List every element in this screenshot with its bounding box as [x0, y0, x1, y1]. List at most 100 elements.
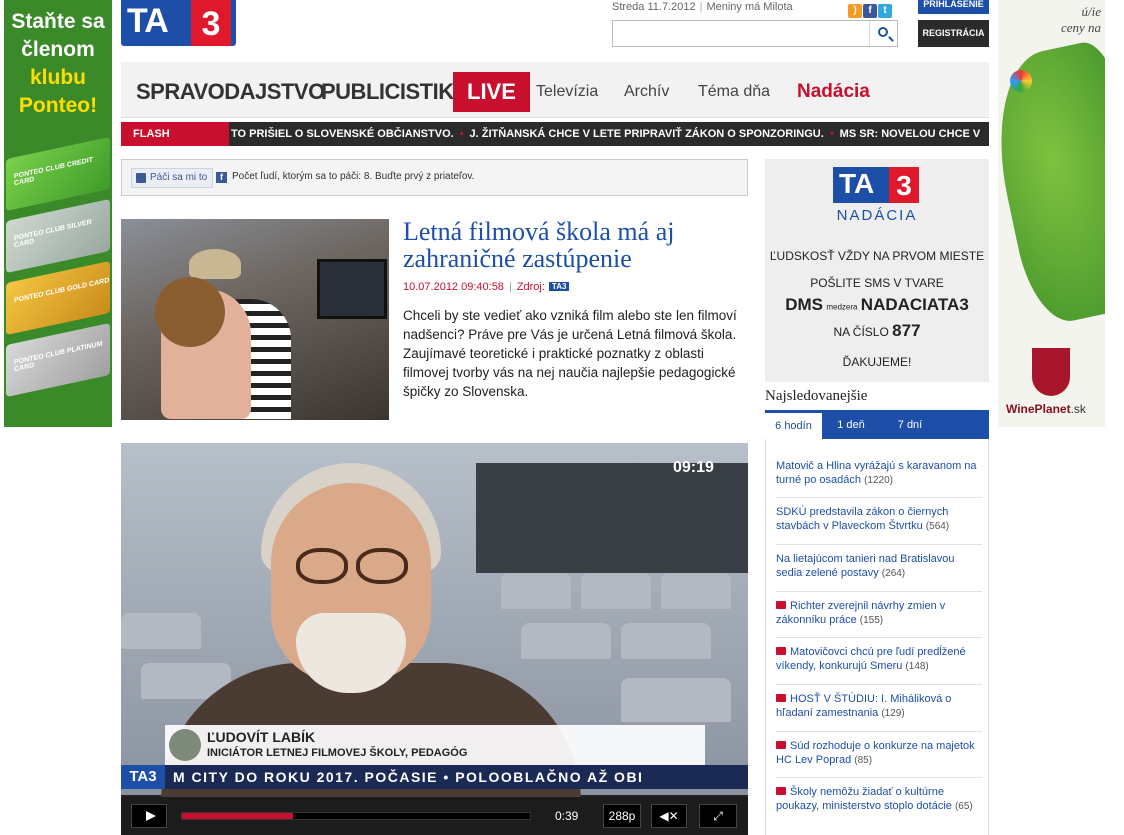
nav-tema-dna[interactable]: Téma dňa: [698, 62, 770, 118]
article-lead: Chceli by ste vedieť ako vzniká film ale…: [403, 308, 737, 399]
fullscreen-button[interactable]: ⤢: [699, 804, 737, 828]
nav-spravodajstvo[interactable]: SPRAVODAJSTVO: [136, 62, 325, 118]
article-title: Letná filmová škola má aj zahraničné zas…: [403, 217, 675, 273]
thumbs-up-icon: [136, 173, 146, 183]
speaker-role: INICIÁTOR LETNEJ FILMOVEJ ŠKOLY, PEDAGÓG: [207, 747, 468, 759]
video-ticker: TA3 M CITY DO ROKU 2017. POČASIE • POLOO…: [121, 765, 748, 789]
divider: [776, 497, 982, 498]
facebook-icon: f: [216, 172, 227, 183]
play-button[interactable]: [131, 804, 167, 828]
ta3-logo[interactable]: TA 3: [121, 0, 236, 46]
ponteo-banner[interactable]: Staňte sa členom klubu Ponteo! PONTEO CL…: [4, 0, 112, 427]
tab-6-hodin[interactable]: 6 hodín: [765, 410, 822, 439]
tab-7-dni[interactable]: 7 dní: [880, 410, 940, 439]
video-controls: 0:39 288p ◀✕ ⤢: [121, 797, 748, 835]
most-viewed-tabs: 6 hodín 1 deň 7 dní: [765, 410, 989, 439]
article-thumbnail[interactable]: [121, 219, 389, 420]
most-viewed-heading: Najsledovanejšie: [765, 388, 868, 404]
banner-line: klubu: [30, 66, 86, 89]
speaker-name: ĽUDOVÍT LABÍK: [207, 729, 316, 745]
flash-news-bar: FLASH SPRÁVY TO PRIŠIEL O SLOVENSKÉ OBČI…: [121, 122, 989, 146]
quality-button[interactable]: 288p: [603, 804, 641, 828]
social-links: ) f t: [848, 0, 893, 18]
divider: [776, 684, 982, 685]
wineplanet-banner[interactable]: ú/ie ceny na WinePlanet.sk: [998, 0, 1105, 427]
flash-ticker: TO PRIŠIEL O SLOVENSKÉ OBČIANSTVO. • J. ŽI…: [231, 128, 981, 140]
banner-line: členom: [21, 38, 95, 61]
fullscreen-icon: ⤢: [713, 809, 723, 823]
rss-icon[interactable]: ): [848, 4, 862, 18]
video-player[interactable]: 09:19 ĽUDOVÍT LABÍK INICIÁTOR LETNEJ FIL…: [121, 443, 748, 835]
divider: [776, 591, 982, 592]
video-frame: 09:19 ĽUDOVÍT LABÍK INICIÁTOR LETNEJ FIL…: [121, 443, 748, 823]
main-nav: SPRAVODAJSTVO PUBLICISTIKA LIVE Televízi…: [121, 62, 989, 118]
current-date: Streda 11.7.2012: [612, 1, 696, 13]
ta3-logo: TA3: [121, 765, 165, 789]
search-input[interactable]: [613, 21, 869, 46]
nadacia-word: NADÁCIA: [836, 207, 918, 224]
search-box: [612, 20, 898, 47]
video-icon: [776, 741, 786, 749]
banner-line: Staňte sa: [11, 10, 105, 33]
list-item[interactable]: Školy nemôžu žiadať o kultúrne poukazy, …: [776, 785, 982, 814]
video-icon: [776, 647, 786, 655]
divider: [776, 731, 982, 732]
nav-televizia[interactable]: Televízia: [536, 62, 598, 118]
facebook-icon[interactable]: f: [863, 4, 877, 18]
twitter-icon[interactable]: t: [878, 4, 892, 18]
seek-bar[interactable]: [181, 812, 531, 820]
flash-item[interactable]: TO PRIŠIEL O SLOVENSKÉ OBČIANSTVO.: [231, 128, 454, 140]
credit-card-image: PONTEO CLUB SILVER CARD: [6, 198, 110, 274]
login-button[interactable]: PRIHLÁSENIE: [918, 0, 989, 14]
date-bar: Streda 11.7.2012 | Meniny má Milota: [612, 1, 793, 13]
balloon-icon: [1010, 70, 1032, 92]
nav-nadacia[interactable]: Nadácia: [797, 62, 870, 118]
speaker-mute-icon: ◀✕: [659, 809, 679, 823]
video-icon: [776, 694, 786, 702]
nav-publicistika[interactable]: PUBLICISTIKA: [321, 62, 470, 118]
emblem-icon: [169, 729, 201, 761]
nav-archiv[interactable]: Archív: [624, 62, 669, 118]
list-item[interactable]: HOSŤ V ŠTÚDIU: I. Miháliková o hľadaní z…: [776, 692, 982, 721]
mute-button[interactable]: ◀✕: [651, 804, 687, 828]
source-logo: TA3: [548, 282, 570, 291]
nav-live[interactable]: LIVE: [453, 72, 530, 112]
search-icon: [878, 27, 888, 37]
list-item[interactable]: Matovič a Hlina vyrážajú s karavanom na …: [776, 459, 982, 488]
facebook-like-box: Páči sa mi to f Počet ľudí, ktorým sa to…: [121, 159, 748, 196]
list-item[interactable]: Matovičovci chcú pre ľudí predĺžené víke…: [776, 645, 982, 674]
list-item[interactable]: SDKÚ predstavila zákon o čiernych stavbá…: [776, 505, 982, 534]
divider: [776, 777, 982, 778]
video-icon: [776, 601, 786, 609]
flash-item[interactable]: MS SR: NOVELOU CHCE V: [840, 128, 981, 140]
like-count-text: Počet ľudí, ktorým sa to páči: 8. Buďte …: [232, 171, 475, 182]
video-clock: 09:19: [673, 459, 714, 476]
ta3-logo: TA 3: [833, 167, 919, 203]
list-item[interactable]: Na lietajúcom tanieri nad Bratislavou se…: [776, 552, 982, 581]
credit-card-image: PONTEO CLUB CREDIT CARD: [6, 136, 110, 212]
nadacia-banner[interactable]: TA 3 NADÁCIA ĽUDSKOSŤ VŽDY NA PRVOM MIES…: [765, 159, 989, 382]
video-time: 0:39: [555, 809, 579, 823]
list-item[interactable]: Richter zverejnil návrhy zmien v zákonní…: [776, 599, 982, 628]
lower-third: ĽUDOVÍT LABÍK INICIÁTOR LETNEJ FILMOVEJ …: [165, 725, 705, 765]
like-button[interactable]: Páči sa mi to: [131, 168, 214, 188]
seek-progress: [182, 813, 294, 819]
flash-label: FLASH SPRÁVY: [121, 122, 229, 146]
wineplanet-logo: WinePlanet.sk: [1006, 402, 1086, 416]
register-button[interactable]: REGISTRÁCIA: [918, 20, 989, 47]
flash-item[interactable]: J. ŽITŇANSKÁ CHCE V LETE PRIPRAVIŤ ZÁKON…: [470, 128, 824, 140]
search-button[interactable]: [869, 21, 897, 46]
divider: [776, 637, 982, 638]
nameday: Meniny má Milota: [706, 1, 793, 13]
banner-line: Ponteo!: [18, 94, 98, 117]
list-item[interactable]: Súd rozhoduje o konkurze na majetok HC L…: [776, 739, 982, 768]
tab-1-den[interactable]: 1 deň: [822, 410, 880, 439]
credit-card-image: PONTEO CLUB GOLD CARD: [6, 260, 110, 336]
wine-glass-icon: [1032, 348, 1070, 396]
ticker-text: M CITY DO ROKU 2017. POČASIE • POLOOBLAČ…: [173, 769, 644, 785]
article-meta: 10.07.2012 09:40:58 | Zdroj: TA3: [403, 281, 570, 293]
article-date: 10.07.2012 09:40:58: [403, 281, 504, 293]
video-icon: [776, 787, 786, 795]
divider: [776, 544, 982, 545]
most-viewed-list: Matovič a Hlina vyrážajú s karavanom na …: [765, 439, 989, 835]
